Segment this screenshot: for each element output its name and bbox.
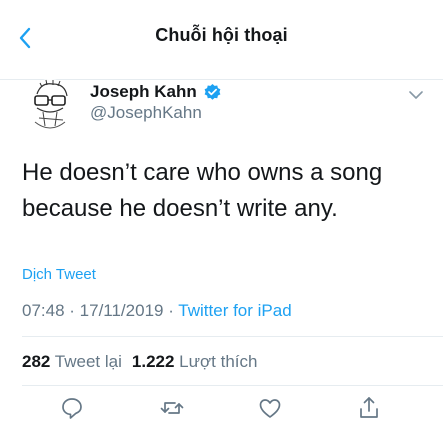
reply-icon	[62, 398, 82, 419]
like-count: 1.222	[131, 352, 175, 371]
author-handle[interactable]: @JosephKahn	[90, 103, 202, 123]
tweet-date: 17/11/2019	[79, 301, 164, 320]
divider	[22, 385, 443, 386]
translate-tweet-link[interactable]: Dịch Tweet	[22, 266, 96, 283]
like-icon	[259, 399, 281, 418]
retweet-button[interactable]	[159, 395, 185, 421]
share-icon	[360, 397, 378, 418]
page-title: Chuỗi hội thoại	[155, 25, 288, 45]
avatar[interactable]	[23, 76, 77, 134]
reply-button[interactable]	[59, 395, 85, 421]
divider	[22, 336, 443, 337]
author-name-row[interactable]: Joseph Kahn	[90, 82, 222, 102]
like-button[interactable]	[257, 395, 283, 421]
share-button[interactable]	[356, 395, 382, 421]
author-name[interactable]: Joseph Kahn	[90, 82, 197, 102]
meta-separator: ·	[64, 301, 80, 320]
verified-badge-icon	[204, 83, 221, 100]
tweet-time: 07:48	[22, 301, 65, 320]
header: Chuỗi hội thoại	[0, 0, 443, 80]
like-label: Lượt thích	[179, 352, 258, 371]
likes-stat[interactable]: 1.222 Lượt thích	[132, 352, 258, 371]
retweet-icon	[160, 402, 184, 414]
retweet-label: Tweet lại	[54, 352, 122, 371]
tweet-client-link[interactable]: Twitter for iPad	[178, 301, 291, 320]
retweet-count: 282	[22, 352, 51, 371]
tweet-actions	[0, 395, 443, 425]
meta-separator: ·	[163, 301, 179, 320]
tweet-stats: 282 Tweet lại 1.222 Lượt thích	[22, 352, 257, 372]
tweet-text: He doesn’t care who owns a song because …	[22, 159, 383, 222]
retweets-stat[interactable]: 282 Tweet lại	[22, 352, 122, 371]
chevron-down-icon	[409, 91, 423, 99]
more-options-button[interactable]	[409, 87, 423, 99]
tweet-meta: 07:48 · 17/11/2019 · Twitter for iPad	[22, 301, 292, 321]
